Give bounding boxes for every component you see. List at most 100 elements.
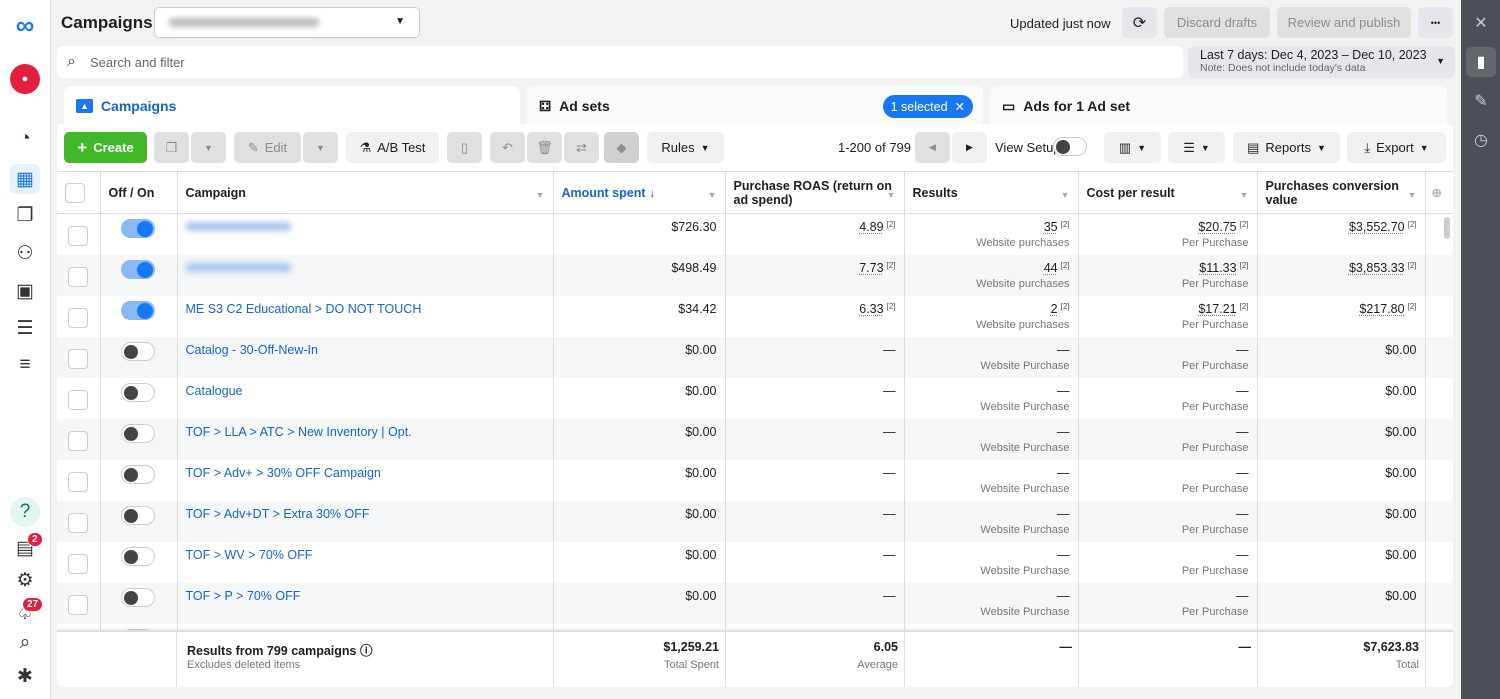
creative-icon[interactable]: ▣ bbox=[10, 276, 40, 306]
view-setup-toggle[interactable] bbox=[1053, 137, 1087, 156]
next-page-button[interactable]: ▶ bbox=[952, 132, 987, 163]
metric-value[interactable]: 35 bbox=[1044, 220, 1058, 234]
campaign-name-link[interactable]: Catalog - 30-Off-New-In bbox=[186, 343, 318, 357]
prev-page-button[interactable]: ◀ bbox=[915, 132, 950, 163]
tab-campaigns[interactable]: ▲ Campaigns bbox=[64, 86, 520, 126]
campaign-toggle[interactable] bbox=[120, 301, 155, 320]
col-offon[interactable]: Off / On bbox=[100, 171, 178, 214]
sort-caret-icon[interactable]: ▼ bbox=[1408, 188, 1417, 202]
campaign-name-link[interactable] bbox=[185, 222, 291, 231]
duplicate-dropdown[interactable]: ▼ bbox=[191, 132, 226, 163]
audiences-icon[interactable]: ⚇ bbox=[10, 238, 40, 268]
pencil-icon[interactable]: ✎ bbox=[1466, 86, 1496, 116]
close-icon[interactable]: ✕ bbox=[951, 100, 965, 114]
row-checkbox[interactable] bbox=[68, 431, 88, 451]
table-row[interactable]: Catalogue $0.00 — — Website Purchase — Per… bbox=[57, 378, 1453, 419]
pages-icon[interactable]: ❐ bbox=[10, 200, 40, 230]
more-button[interactable]: ••• bbox=[1418, 7, 1453, 38]
sort-caret-icon[interactable]: ▼ bbox=[708, 188, 717, 202]
columns-button[interactable]: ▥ ▼ bbox=[1104, 132, 1161, 163]
edit-button[interactable]: ✎ Edit bbox=[234, 132, 301, 163]
col-amount[interactable]: Amount spent ↓ ▼ bbox=[553, 171, 726, 214]
duplicate-button[interactable]: ❐ bbox=[154, 132, 189, 163]
campaign-toggle[interactable] bbox=[120, 506, 155, 525]
search-bar[interactable]: ⌕ Search and filter bbox=[57, 46, 1183, 78]
table-row[interactable]: TOF > P > 70% OFF $0.00 — — Website Purch… bbox=[57, 583, 1453, 624]
row-checkbox[interactable] bbox=[68, 513, 88, 533]
create-button[interactable]: + Create bbox=[64, 132, 147, 163]
campaign-name-link[interactable]: Catalogue bbox=[186, 384, 243, 398]
refresh-button[interactable]: ⟳ bbox=[1122, 7, 1157, 38]
settings-icon[interactable]: ⚙ bbox=[10, 565, 40, 595]
campaign-toggle[interactable] bbox=[120, 424, 155, 443]
campaign-toggle[interactable] bbox=[120, 260, 155, 279]
account-selector[interactable]: ▼ bbox=[154, 7, 420, 38]
col-cpr[interactable]: Cost per result ▼ bbox=[1078, 171, 1258, 214]
bug-icon[interactable]: ✱ bbox=[10, 661, 40, 691]
select-all-checkbox[interactable] bbox=[65, 182, 85, 203]
row-checkbox[interactable] bbox=[68, 472, 88, 492]
add-column-button[interactable]: ⊕ bbox=[1425, 171, 1453, 214]
metric-value[interactable]: 2 bbox=[1051, 302, 1058, 316]
tag-button[interactable]: ◆ bbox=[604, 132, 639, 163]
dashboard-icon[interactable]: ◔ bbox=[10, 124, 40, 154]
campaign-toggle[interactable] bbox=[120, 219, 155, 238]
sort-caret-icon[interactable]: ▼ bbox=[1061, 188, 1070, 202]
metric-value[interactable]: $3,552.70 bbox=[1349, 220, 1405, 234]
row-checkbox[interactable] bbox=[68, 226, 88, 246]
table-row[interactable]: TOF > Adv+DT > Extra 30% OFF $0.00 — — We… bbox=[57, 501, 1453, 542]
row-checkbox[interactable] bbox=[68, 308, 88, 328]
review-publish-button[interactable]: Review and publish bbox=[1277, 7, 1411, 38]
table-row[interactable]: TOF > Adv+ > 30% OFF Campaign $0.00 — — W… bbox=[57, 460, 1453, 501]
billing-icon[interactable]: ☰ bbox=[10, 313, 40, 343]
scrollbar[interactable] bbox=[1444, 217, 1450, 239]
table-row[interactable]: ME S3 C2 Educational > DO NOT TOUCH $34.… bbox=[57, 296, 1453, 337]
close-icon[interactable]: ✕ bbox=[1466, 8, 1496, 38]
campaign-name-link[interactable]: ME S3 C2 Educational > DO NOT TOUCH bbox=[186, 302, 422, 316]
meta-logo-icon[interactable]: ∞ bbox=[10, 10, 40, 40]
col-roas[interactable]: Purchase ROAS (return on ad spend) ▼ bbox=[725, 171, 905, 214]
campaign-name-link[interactable]: TOF > LLA > ATC > New Inventory | Opt. bbox=[186, 425, 412, 439]
history-icon[interactable]: ◷ bbox=[1466, 125, 1496, 155]
menu-icon[interactable]: ≡ bbox=[10, 350, 40, 380]
metric-value[interactable]: 6.33 bbox=[859, 302, 883, 316]
sort-caret-icon[interactable]: ▼ bbox=[536, 188, 545, 202]
undo-button[interactable]: ↶ bbox=[490, 132, 525, 163]
ab-test-button[interactable]: ⚗ A/B Test bbox=[346, 132, 439, 163]
campaign-name-link[interactable]: TOF > Adv+DT > Extra 30% OFF bbox=[186, 507, 370, 521]
campaign-name-link[interactable]: TOF > WV > 70% OFF bbox=[186, 548, 313, 562]
campaign-toggle[interactable] bbox=[120, 547, 155, 566]
campaign-toggle[interactable] bbox=[120, 588, 155, 607]
info-icon[interactable]: ⓘ bbox=[360, 644, 373, 658]
breakdown-button[interactable]: ☰ ▼ bbox=[1168, 132, 1225, 163]
metric-value[interactable]: 7.73 bbox=[859, 261, 883, 275]
date-range-picker[interactable]: Last 7 days: Dec 4, 2023 – Dec 10, 2023 … bbox=[1188, 46, 1455, 78]
row-checkbox[interactable] bbox=[68, 267, 88, 287]
col-pcv[interactable]: Purchases conversion value ▼ bbox=[1257, 171, 1426, 214]
metric-value[interactable]: $17.21 bbox=[1198, 302, 1236, 316]
tab-ads[interactable]: ▭ Ads for 1 Ad set bbox=[990, 86, 1447, 126]
search-icon[interactable]: ⌕ bbox=[10, 628, 40, 658]
row-checkbox[interactable] bbox=[68, 554, 88, 574]
col-results[interactable]: Results ▼ bbox=[904, 171, 1079, 214]
reports-button[interactable]: ▤ Reports ▼ bbox=[1233, 132, 1340, 163]
metric-value[interactable]: $217.80 bbox=[1359, 302, 1404, 316]
preview-button[interactable]: ⇄ bbox=[564, 132, 599, 163]
delete-button[interactable]: 🗑 bbox=[527, 132, 562, 163]
clipboard-button[interactable]: ▯ bbox=[447, 132, 482, 163]
row-checkbox[interactable] bbox=[68, 390, 88, 410]
col-campaign[interactable]: Campaign ▼ bbox=[177, 171, 554, 214]
select-all[interactable] bbox=[57, 171, 101, 214]
table-row[interactable]: $726.30 4.89 [2] 35 [2] Website purchases $… bbox=[57, 213, 1453, 255]
table-row[interactable]: $498.49 7.73 [2] 44 [2] Website purchases $… bbox=[57, 255, 1453, 296]
sort-caret-icon[interactable]: ▼ bbox=[887, 188, 896, 202]
search-input[interactable]: Search and filter bbox=[90, 55, 185, 70]
edit-dropdown[interactable]: ▼ bbox=[303, 132, 338, 163]
help-icon[interactable]: ? bbox=[10, 497, 40, 527]
metric-value[interactable]: $3,853.33 bbox=[1349, 261, 1405, 275]
campaign-name-link[interactable] bbox=[185, 263, 291, 272]
metric-value[interactable]: 44 bbox=[1044, 261, 1058, 275]
table-row[interactable]: Catalog - 30-Off-New-In $0.00 — — Website… bbox=[57, 337, 1453, 378]
row-checkbox[interactable] bbox=[68, 595, 88, 615]
campaign-name-link[interactable]: TOF > P > 70% OFF bbox=[186, 589, 301, 603]
